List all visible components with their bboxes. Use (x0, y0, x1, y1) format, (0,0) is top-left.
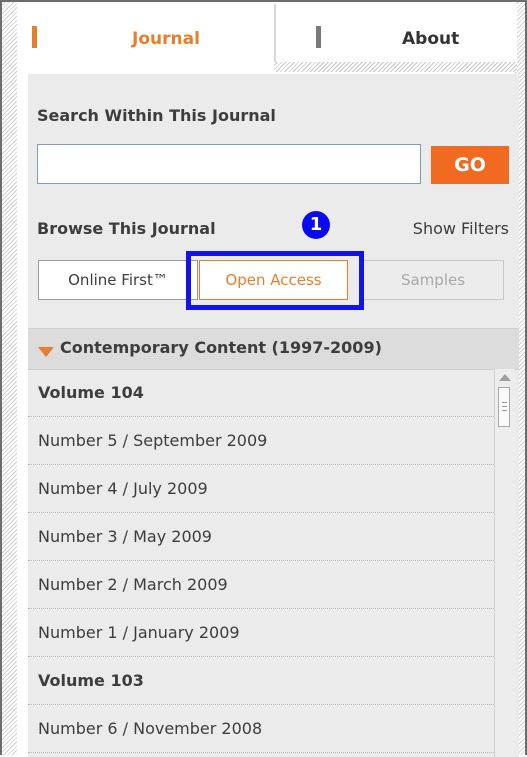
grip-line (502, 406, 507, 407)
hatch-border-left (2, 2, 17, 755)
list-item-issue[interactable]: Number 3 / May 2009 (28, 513, 494, 561)
annotation-highlight-box (186, 251, 364, 310)
samples-button[interactable]: Samples (362, 260, 504, 300)
list-item-issue[interactable]: Number 1 / January 2009 (28, 609, 494, 657)
content-header-title: Contemporary Content (1997-2009) (60, 338, 382, 357)
grip-line (502, 402, 507, 403)
list-scrollbar[interactable] (494, 369, 515, 757)
list-item-volume[interactable]: Volume 104 (28, 369, 494, 417)
tab-journal-label: Journal (132, 29, 200, 49)
volume-list: Volume 104 Number 5 / September 2009 Num… (28, 369, 494, 757)
sidebar-frame: Journal About Search Within This Journal… (0, 0, 527, 757)
arrow-up-icon[interactable] (499, 374, 511, 381)
show-filters-link[interactable]: Show Filters (413, 219, 509, 238)
annotation-badge: 1 (302, 211, 330, 239)
scrollbar-thumb[interactable] (498, 387, 510, 427)
list-item-issue[interactable]: Number 4 / July 2009 (28, 465, 494, 513)
list-item-issue[interactable]: Number 2 / March 2009 (28, 561, 494, 609)
list-item-issue[interactable]: Number 5 / September 2009 (28, 417, 494, 465)
list-item-issue[interactable]: Number 6 / November 2008 (28, 705, 494, 753)
triangle-down-icon (38, 347, 54, 357)
tab-about-hatch (274, 62, 517, 72)
go-button[interactable]: GO (431, 146, 509, 184)
tab-journal[interactable]: Journal (17, 4, 274, 70)
tab-about[interactable]: About (274, 4, 517, 70)
tab-about-label: About (402, 29, 460, 49)
online-first-button[interactable]: Online First™ (38, 260, 198, 300)
tab-marker-icon (316, 26, 321, 48)
journal-panel: Search Within This Journal GO Browse Thi… (28, 74, 519, 757)
list-item-volume[interactable]: Volume 103 (28, 657, 494, 705)
browse-section-title: Browse This Journal (37, 219, 216, 238)
contemporary-content-header[interactable]: Contemporary Content (1997-2009) (28, 328, 519, 370)
search-input[interactable] (37, 144, 421, 184)
tab-marker-icon (32, 26, 37, 48)
search-section-title: Search Within This Journal (37, 106, 276, 125)
grip-line (502, 410, 507, 411)
